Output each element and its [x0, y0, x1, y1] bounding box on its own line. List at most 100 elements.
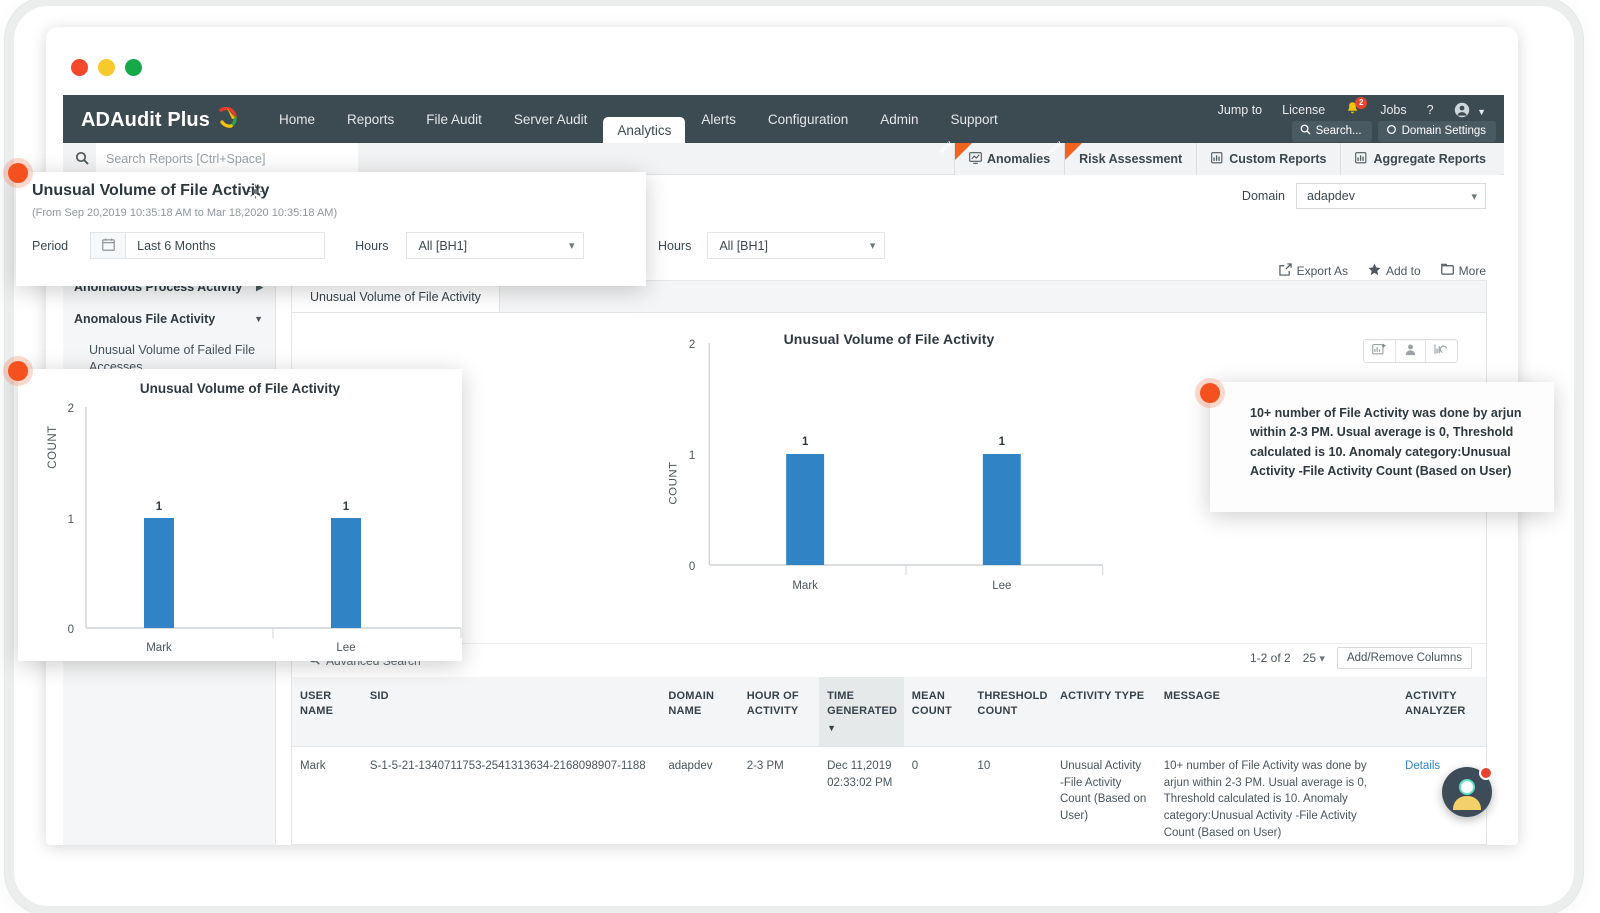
- nav-tab-reports[interactable]: Reports: [331, 95, 410, 143]
- table-tools: Advanced Search 1-2 of 2 25 ▾ Add/Remove…: [292, 643, 1486, 677]
- subtab-anomalies[interactable]: NEW Anomalies: [939, 141, 1065, 175]
- bell-icon: 2: [1345, 97, 1368, 119]
- more-label: More: [1458, 264, 1486, 278]
- chat-unread-badge: [1479, 766, 1493, 780]
- table-row[interactable]: Mark S-1-5-21-1340711753-2541313634-2168…: [292, 746, 1486, 852]
- domain-settings-button[interactable]: Domain Settings: [1377, 121, 1496, 142]
- logo-swirl-icon: [218, 106, 238, 129]
- zoomed-message-text: 10+ number of File Activity was done by …: [1250, 406, 1522, 479]
- search-icon: [1300, 124, 1311, 138]
- hours-label: Hours: [355, 238, 389, 253]
- period-label: Period: [32, 238, 69, 253]
- export-as-button[interactable]: Export As: [1278, 263, 1348, 279]
- callout-zoomed-message: 10+ number of File Activity was done by …: [1210, 382, 1554, 512]
- support-chat-widget[interactable]: [1442, 766, 1493, 817]
- search-reports-icon: [75, 151, 89, 168]
- more-icon: [1440, 263, 1454, 279]
- nav-tab-support[interactable]: Support: [935, 95, 1014, 143]
- svg-text:1: 1: [343, 501, 350, 513]
- anomaly-results-table: USER NAME SID DOMAIN NAME HOUR OF ACTIVI…: [292, 677, 1486, 852]
- hotspot-filters[interactable]: [8, 163, 28, 183]
- app-logo-text: ADAudit Plus: [81, 109, 210, 131]
- nav-tab-configuration[interactable]: Configuration: [752, 95, 864, 143]
- svg-text:1: 1: [802, 436, 809, 448]
- secondary-hours-value: All [BH1]: [719, 238, 768, 253]
- svg-text:1: 1: [68, 514, 74, 526]
- cell-sid: S-1-5-21-1340711753-2541313634-216809890…: [369, 759, 646, 772]
- star-icon: [1368, 263, 1381, 279]
- svg-text:COUNT: COUNT: [47, 425, 59, 468]
- column-sid[interactable]: SID: [361, 677, 661, 747]
- jobs-link[interactable]: Jobs: [1370, 101, 1416, 119]
- support-agent-body: [1453, 796, 1481, 810]
- window-minimize-button[interactable]: [98, 59, 115, 76]
- column-domain-name[interactable]: DOMAIN NAME: [660, 677, 739, 747]
- svg-text:Lee: Lee: [992, 580, 1011, 592]
- global-search-button[interactable]: Search...: [1291, 121, 1372, 142]
- secondary-hours-label: Hours: [658, 238, 692, 253]
- subtab-anomalies-label: Anomalies: [986, 152, 1051, 166]
- cell-time-generated: Dec 11,2019 02:33:02 PM: [827, 759, 893, 789]
- global-search-label: Search...: [1315, 125, 1362, 137]
- help-icon[interactable]: ?: [1417, 101, 1444, 119]
- license-link[interactable]: License: [1272, 101, 1335, 119]
- nav-tab-admin[interactable]: Admin: [864, 95, 934, 143]
- add-remove-columns-button[interactable]: Add/Remove Columns: [1336, 647, 1472, 669]
- nav-tab-file-audit[interactable]: File Audit: [410, 95, 498, 143]
- window-titlebar: [46, 27, 1518, 82]
- period-input[interactable]: Last 6 Months: [90, 232, 326, 259]
- nav-tab-server-audit[interactable]: Server Audit: [498, 95, 604, 143]
- domain-select[interactable]: adapdev ▾: [1296, 183, 1486, 209]
- svg-text:2: 2: [689, 339, 695, 351]
- nav-tab-home[interactable]: Home: [263, 95, 331, 143]
- cell-activity-type: Unusual Activity -File Activity Count (B…: [1059, 759, 1147, 822]
- user-account-icon[interactable]: ▼: [1444, 100, 1496, 120]
- column-hour-of-activity[interactable]: HOUR OF ACTIVITY: [738, 677, 820, 747]
- callout-zoomed-chart: Unusual Volume of File Activity 2 1 0 CO…: [18, 369, 462, 661]
- table-tools-right: 1-2 of 2 25 ▾ Add/Remove Columns: [1250, 647, 1472, 669]
- jump-to-link[interactable]: Jump to: [1208, 101, 1272, 119]
- insight-icon[interactable]: [248, 184, 263, 202]
- nav-utility-bar-second-row: Search... Domain Settings: [1291, 121, 1496, 142]
- column-time-generated[interactable]: TIME GENERATED ▼: [819, 677, 904, 747]
- subtab-aggregate-reports[interactable]: Aggregate Reports: [1340, 143, 1500, 175]
- window-close-button[interactable]: [71, 59, 88, 76]
- cell-mean-count: 0: [911, 759, 919, 772]
- sidebar-group-anomalous-file-activity[interactable]: Anomalous File Activity ▼: [63, 303, 275, 335]
- new-ribbon-anomalies: NEW: [939, 141, 972, 160]
- support-agent-icon: [1459, 779, 1475, 795]
- app-logo[interactable]: ADAudit Plus: [81, 104, 238, 132]
- sort-descending-icon: ▼: [827, 722, 837, 733]
- hotspot-chart[interactable]: [8, 361, 28, 381]
- page-title: Unusual Volume of File Activity: [32, 182, 270, 199]
- svg-text:Mark: Mark: [146, 642, 172, 654]
- domain-selector-row: Domain adapdev ▾: [1242, 183, 1486, 209]
- hotspot-message[interactable]: [1200, 383, 1220, 403]
- subtab-custom-reports[interactable]: Custom Reports: [1196, 143, 1341, 175]
- domain-label: Domain: [1241, 189, 1285, 203]
- column-threshold-count[interactable]: THRESHOLD COUNT: [969, 677, 1052, 747]
- filters-row: Period Last 6 Months Hours All [BH1] ▾: [32, 232, 634, 259]
- nav-tab-alerts[interactable]: Alerts: [685, 95, 752, 143]
- column-user-name[interactable]: USER NAME: [292, 677, 362, 747]
- window-zoom-button[interactable]: [125, 59, 142, 76]
- nav-tab-analytics[interactable]: Analytics: [603, 117, 686, 143]
- report-category-tabs: NEW Anomalies NEW Risk Assessment Custom…: [939, 141, 1500, 175]
- column-mean-count[interactable]: MEAN COUNT: [903, 677, 970, 747]
- secondary-hours-select[interactable]: All [BH1] ▾: [707, 232, 886, 259]
- notifications-button[interactable]: 2: [1335, 97, 1370, 121]
- chevron-down-icon: ▾: [568, 240, 575, 252]
- column-activity-type[interactable]: ACTIVITY TYPE: [1051, 677, 1156, 747]
- add-to-button[interactable]: Add to: [1368, 263, 1421, 279]
- more-button[interactable]: More: [1440, 263, 1486, 279]
- zoomed-bar-chart: 2 1 0 COUNT 1 1 Mark Lee: [47, 403, 462, 654]
- column-message[interactable]: MESSAGE: [1155, 677, 1398, 747]
- svg-text:COUNT: COUNT: [667, 461, 679, 504]
- column-activity-analyzer[interactable]: ACTIVITY ANALYZER: [1397, 677, 1486, 747]
- search-reports-input[interactable]: Search Reports [Ctrl+Space]: [96, 143, 358, 174]
- period-value: Last 6 Months: [125, 233, 325, 258]
- subtab-risk-assessment[interactable]: NEW Risk Assessment: [1049, 141, 1197, 175]
- page-size-select[interactable]: 25 ▾: [1303, 651, 1325, 665]
- hours-select[interactable]: All [BH1] ▾: [406, 232, 585, 259]
- notification-badge: 2: [1355, 97, 1368, 109]
